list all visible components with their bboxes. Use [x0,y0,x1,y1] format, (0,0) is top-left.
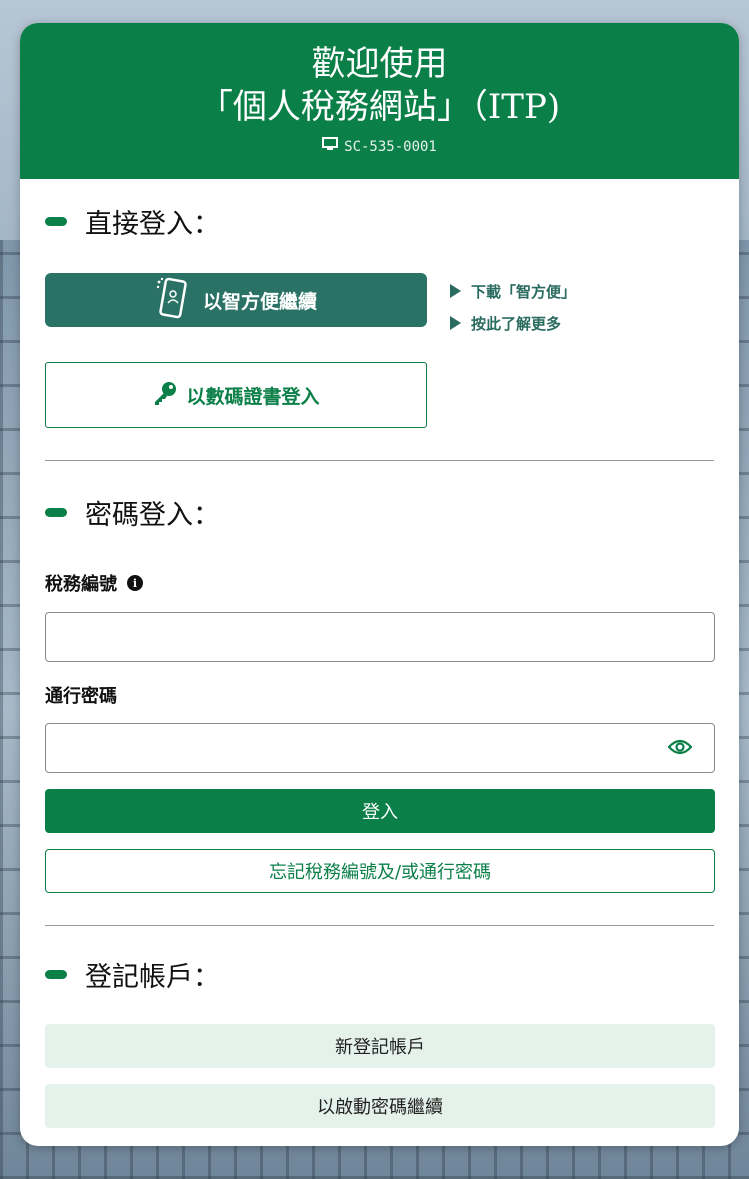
iam-smart-links: 下載「智方便」 按此了解更多 [450,275,576,339]
download-iam-smart-link[interactable]: 下載「智方便」 [450,275,576,307]
login-card: 歡迎使用 「個人稅務網站」（ITP) SC-535-0001 直接登入： 以智方… [20,23,739,1146]
cert-button-label: 以數碼證書登入 [186,385,320,408]
new-account-label: 新登記帳戶 [335,1037,425,1058]
login-button-label: 登入 [362,802,398,823]
password-login-title: 密碼登入： [85,499,220,531]
section-bullet [45,969,67,979]
key-icon [152,380,186,411]
monitor-icon [322,137,339,157]
tax-number-input[interactable] [45,612,715,662]
section-divider [45,925,714,926]
password-label: 通行密碼 [45,682,117,708]
page-header: 歡迎使用 「個人稅務網站」（ITP) SC-535-0001 [20,23,739,179]
digital-certificate-login-button[interactable]: 以數碼證書登入 [45,362,427,428]
iam-smart-button-label: 以智方便繼續 [202,290,317,313]
section-divider [45,460,714,461]
screen-code: SC-535-0001 [20,137,739,157]
learn-more-label: 按此了解更多 [471,314,562,333]
register-title: 登記帳戶： [85,961,220,993]
play-arrow-icon [450,316,461,330]
welcome-title: 歡迎使用 [311,44,448,84]
play-arrow-icon [450,284,461,298]
smartphone-icon [155,276,203,325]
site-title: 「個人稅務網站」（ITP) [198,87,561,127]
eye-icon[interactable] [667,737,693,761]
forgot-button-label: 忘記稅務編號及/或通行密碼 [268,862,492,883]
password-label-text: 通行密碼 [45,686,117,707]
learn-more-link[interactable]: 按此了解更多 [450,307,576,339]
password-input[interactable] [45,723,715,773]
register-heading: 登記帳戶： [45,954,220,994]
new-account-button[interactable]: 新登記帳戶 [45,1024,715,1068]
login-button[interactable]: 登入 [45,789,715,833]
download-link-label: 下載「智方便」 [471,282,577,301]
direct-login-heading: 直接登入： [45,201,220,241]
section-bullet [45,507,67,517]
direct-login-title: 直接登入： [85,208,220,240]
activation-password-button[interactable]: 以啟動密碼繼續 [45,1084,715,1128]
info-icon[interactable]: i [127,575,143,591]
password-login-heading: 密碼登入： [45,492,220,532]
section-bullet [45,216,67,226]
activation-button-label: 以啟動密碼繼續 [317,1097,443,1118]
tax-number-label-text: 稅務編號 [45,574,117,595]
screen-code-text: SC-535-0001 [344,139,437,155]
forgot-credentials-button[interactable]: 忘記稅務編號及/或通行密碼 [45,849,715,893]
tax-number-label: 稅務編號 i [45,570,143,596]
iam-smart-button[interactable]: 以智方便繼續 [45,273,427,327]
